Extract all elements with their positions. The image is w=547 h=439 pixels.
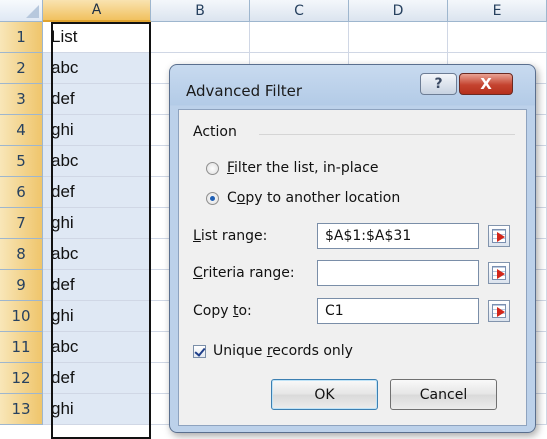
criteria-range-collapse-button[interactable] [488,262,510,284]
column-header-b[interactable]: B [151,0,250,22]
select-all-triangle-icon [26,5,39,18]
ok-button[interactable]: OK [271,379,378,410]
action-group-divider [259,134,515,135]
list-range-input[interactable] [317,223,479,249]
range-arrow-icon [497,232,505,242]
row-header[interactable]: 9 [0,270,43,301]
range-arrow-icon [497,269,505,279]
row-header[interactable]: 7 [0,208,43,239]
copy-to-label: Copy to: [193,303,252,319]
cell-a[interactable]: ghi [43,301,151,332]
cell-a[interactable]: def [43,363,151,394]
range-arrow-icon [497,307,505,317]
action-group-label: Action [193,124,241,140]
radio-copy-button[interactable] [206,191,219,205]
close-icon: X [480,75,492,93]
cell-a[interactable]: def [43,270,151,301]
radio-filter-button[interactable] [206,161,219,175]
unique-records-option[interactable]: Unique records only [193,343,353,359]
criteria-range-label: Criteria range: [193,265,295,281]
cell-empty[interactable] [448,22,547,53]
copy-to-collapse-button[interactable] [488,300,510,322]
row-header[interactable]: 11 [0,332,43,363]
dialog-title: Advanced Filter [186,82,303,100]
radio-filter-in-place[interactable]: Filter the list, in-place [206,160,379,176]
row-headers: 1 2 3 4 5 6 7 8 9 10 11 12 13 [0,22,43,425]
list-range-label: List range: [193,228,268,244]
column-headers: A B C D E [43,0,547,22]
cell-empty[interactable] [250,22,349,53]
row-header[interactable]: 1 [0,22,43,53]
radio-filter-label: Filter the list, in-place [227,160,379,176]
radio-copy-label: Copy to another location [227,190,401,206]
advanced-filter-dialog: Advanced Filter ? X Action Filter the li… [169,64,536,433]
cell-a[interactable]: def [43,177,151,208]
cell-a[interactable]: abc [43,239,151,270]
table-row: List [43,22,547,53]
cell-a[interactable]: abc [43,53,151,84]
column-header-a[interactable]: A [43,0,151,22]
cell-a[interactable]: ghi [43,208,151,239]
column-header-c[interactable]: C [250,0,349,22]
cell-a[interactable]: abc [43,332,151,363]
cell-a[interactable]: List [43,22,151,53]
radio-copy-to-location[interactable]: Copy to another location [206,190,400,206]
close-button[interactable]: X [459,73,513,95]
copy-to-input[interactable] [317,298,479,324]
dialog-titlebar[interactable]: Advanced Filter ? X [170,65,535,109]
row-header[interactable]: 12 [0,363,43,394]
row-header[interactable]: 4 [0,115,43,146]
row-header[interactable]: 6 [0,177,43,208]
column-header-d[interactable]: D [349,0,448,22]
cell-a[interactable]: ghi [43,115,151,146]
row-header[interactable]: 2 [0,53,43,84]
row-header[interactable]: 10 [0,301,43,332]
cell-a[interactable]: ghi [43,394,151,425]
help-button[interactable]: ? [420,73,457,95]
select-all-corner[interactable] [0,0,43,22]
unique-records-checkbox[interactable] [193,344,206,358]
row-header[interactable]: 5 [0,146,43,177]
cell-a[interactable]: def [43,84,151,115]
cancel-button[interactable]: Cancel [390,379,497,410]
row-header[interactable]: 3 [0,84,43,115]
list-range-collapse-button[interactable] [488,225,510,247]
row-header[interactable]: 8 [0,239,43,270]
cell-a[interactable]: abc [43,146,151,177]
checkmark-icon [194,344,206,357]
unique-records-label: Unique records only [213,343,353,359]
criteria-range-input[interactable] [317,260,479,286]
row-header[interactable]: 13 [0,394,43,425]
cell-empty[interactable] [349,22,448,53]
column-header-e[interactable]: E [448,0,547,22]
cell-empty[interactable] [151,22,250,53]
help-icon: ? [434,76,443,92]
